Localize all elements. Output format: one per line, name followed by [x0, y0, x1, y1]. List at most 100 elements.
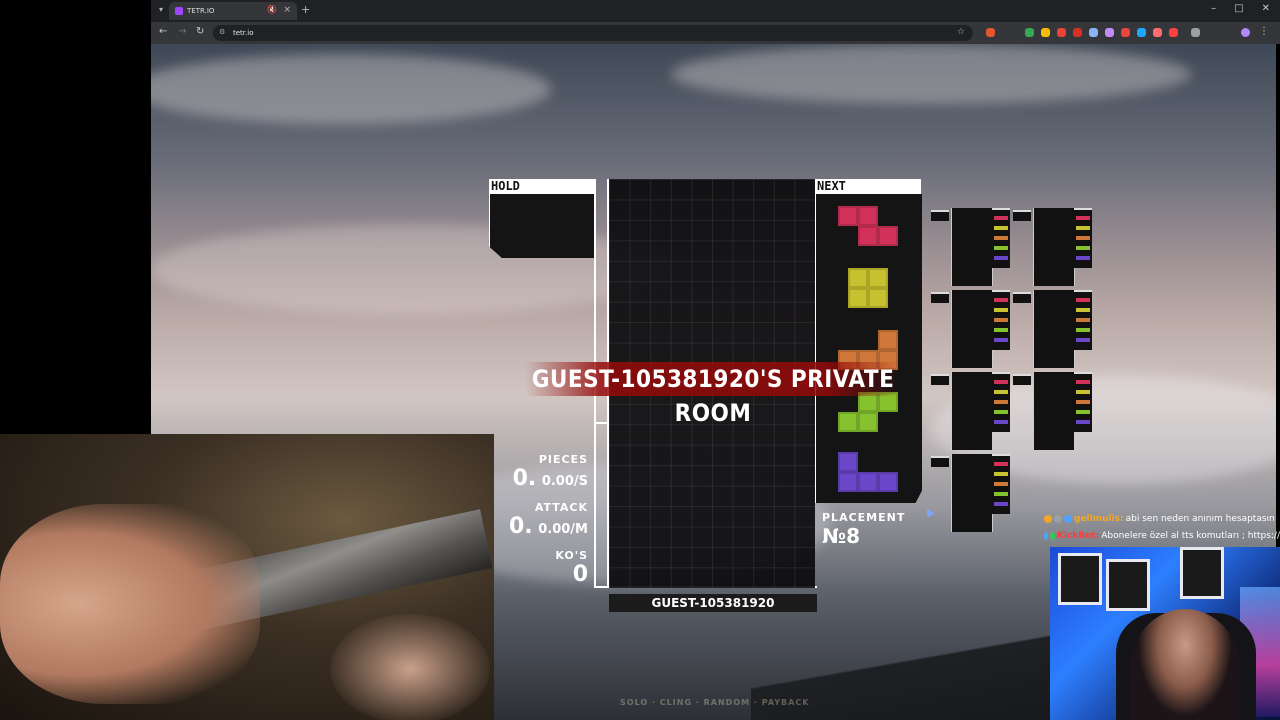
hint-payback[interactable]: PAYBACK	[762, 698, 810, 707]
opponent-next-mino	[994, 226, 1008, 230]
new-tab-button[interactable]: +	[301, 3, 310, 16]
cloud	[671, 44, 1191, 104]
streamer-webcam-overlay	[1050, 547, 1280, 720]
opponent-next-mino	[994, 298, 1008, 302]
opponent-next	[992, 290, 1010, 350]
next-queue	[815, 194, 922, 503]
opponent-hold	[1013, 374, 1031, 385]
minimize-button[interactable]: –	[1211, 3, 1216, 14]
next-piece-mino	[858, 412, 878, 432]
toolbar: ← → ↻ ⚙ tetr.io ☆ ⋮	[151, 22, 1280, 44]
browser-menu-icon[interactable]: ⋮	[1259, 26, 1269, 37]
extension-icon[interactable]	[1057, 28, 1066, 37]
forward-button[interactable]: →	[178, 26, 186, 37]
opponent-next-mino	[994, 380, 1008, 384]
attack-label: ATTACK	[534, 501, 588, 514]
opponent-next-mino	[994, 472, 1008, 476]
opponent-next-mino	[1076, 298, 1090, 302]
reload-button[interactable]: ↻	[196, 26, 204, 37]
camera-hand	[330, 614, 490, 720]
opponent-mini-board	[931, 454, 1010, 532]
window-controls: – □ ✕	[1211, 3, 1270, 14]
opponent-next-mino	[994, 236, 1008, 240]
opponent-next-mino	[1076, 318, 1090, 322]
camera-arm	[0, 504, 260, 704]
extension-icon[interactable]	[1105, 28, 1114, 37]
badge-icon	[1064, 514, 1072, 523]
extension-icon[interactable]	[1169, 28, 1178, 37]
chat-message: KickBot: Abonelere özel al tts komutları…	[1044, 527, 1280, 544]
opponent-next-mino	[994, 308, 1008, 312]
close-window-button[interactable]: ✕	[1262, 3, 1270, 14]
hint-random[interactable]: RANDOM	[704, 698, 750, 707]
tab-tetrio[interactable]: TETR.IO 🔇 ×	[169, 2, 297, 20]
opponent-next	[992, 454, 1010, 514]
next-piece-mino	[848, 288, 868, 308]
next-piece-mino	[878, 226, 898, 246]
tab-close-icon[interactable]: ×	[283, 5, 291, 15]
opponent-mini-board	[931, 372, 1010, 450]
extension-icon[interactable]	[1025, 28, 1034, 37]
extensions-puzzle-icon[interactable]	[1191, 28, 1200, 37]
opponent-next-mino	[1076, 390, 1090, 394]
opponent-next-mino	[1076, 338, 1090, 342]
wall-poster	[1106, 559, 1150, 611]
hold-label: HOLD	[489, 179, 595, 194]
next-piece-mino	[878, 472, 898, 492]
opponent-mini-board	[931, 208, 1010, 286]
opponent-board	[1033, 372, 1075, 450]
bookmark-star-icon[interactable]: ☆	[957, 27, 965, 37]
pieces-value: 0.	[512, 466, 537, 491]
next-piece-mino	[878, 330, 898, 350]
extension-icon[interactable]	[1073, 28, 1082, 37]
extension-icon[interactable]	[1153, 28, 1162, 37]
opponent-board	[951, 454, 993, 532]
opponent-next-mino	[1076, 226, 1090, 230]
opponent-next-mino	[1076, 410, 1090, 414]
opponent-next-mino	[994, 328, 1008, 332]
kos-stat: 0	[520, 562, 588, 587]
tab-search-icon[interactable]: ▾	[159, 5, 163, 14]
extension-icon[interactable]	[986, 28, 995, 37]
wall-poster	[1058, 553, 1102, 605]
opponent-hold	[931, 210, 949, 221]
opponent-mini-board	[1013, 290, 1092, 368]
opponent-hold	[931, 456, 949, 467]
bottom-hints: SOLO · CLING · RANDOM · PAYBACK	[620, 698, 810, 707]
maximize-button[interactable]: □	[1234, 3, 1243, 14]
opponent-next-mino	[1076, 328, 1090, 332]
wall-poster	[1180, 547, 1224, 599]
badge-icon	[1054, 514, 1062, 523]
extension-icon[interactable]	[1041, 28, 1050, 37]
hands-camera-overlay	[0, 434, 494, 720]
extension-icon[interactable]	[1089, 28, 1098, 37]
opponent-next	[992, 208, 1010, 268]
attack-stat: 0. 0.00/M	[500, 514, 588, 539]
opponent-board	[951, 208, 993, 286]
hint-cling[interactable]: CLING	[660, 698, 692, 707]
site-info-icon[interactable]: ⚙	[219, 28, 225, 36]
opponent-board	[951, 290, 993, 368]
opponent-next-mino	[994, 256, 1008, 260]
tab-mute-icon[interactable]: 🔇	[267, 5, 277, 14]
opponent-mini-board	[931, 290, 1010, 368]
extension-icon[interactable]	[1137, 28, 1146, 37]
opponent-next-mino	[1076, 216, 1090, 220]
address-bar[interactable]: ⚙ tetr.io ☆	[213, 25, 973, 41]
opponent-board	[1033, 290, 1075, 368]
chat-message: gellmulis: abi sen neden anınım hesaptas…	[1044, 510, 1280, 527]
hint-solo[interactable]: SOLO	[620, 698, 648, 707]
next-piece-mino	[858, 472, 878, 492]
pieces-rate: 0.00/S	[541, 474, 588, 489]
chat-username: gellmulis:	[1074, 513, 1124, 524]
opponent-next-mino	[1076, 308, 1090, 312]
opponent-next-mino	[994, 246, 1008, 250]
next-piece-mino	[838, 412, 858, 432]
opponent-next-mino	[994, 420, 1008, 424]
extension-icon[interactable]	[1121, 28, 1130, 37]
back-button[interactable]: ←	[159, 26, 167, 37]
opponent-board	[1033, 208, 1075, 286]
next-piece-mino	[858, 226, 878, 246]
next-piece-mino	[848, 268, 868, 288]
profile-avatar-icon[interactable]	[1241, 28, 1250, 37]
